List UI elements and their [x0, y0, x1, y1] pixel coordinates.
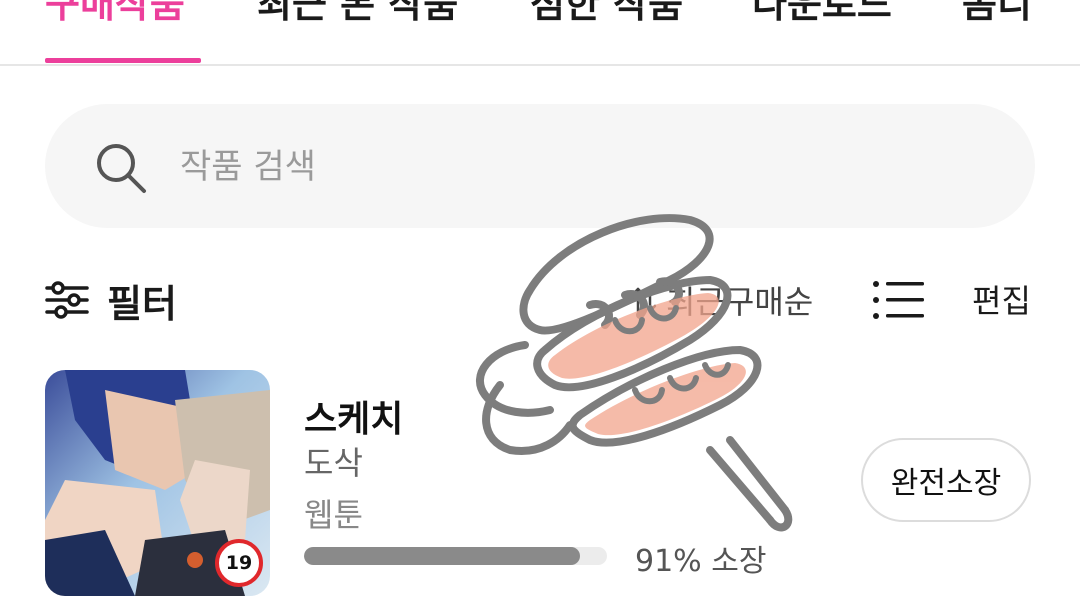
ownership-progress-bar: [304, 547, 607, 565]
item-author: 도삭: [304, 444, 363, 482]
tab-bookmarked[interactable]: 점한 작품: [530, 0, 683, 26]
edit-button[interactable]: 편집: [972, 276, 1031, 322]
tab-recently-viewed[interactable]: 최근 본 작품: [257, 0, 458, 26]
tab-more[interactable]: 몸디: [962, 0, 1032, 26]
tab-bar: 구매작품 최근 본 작품 점한 작품 다운로드 몸디: [0, 0, 1080, 66]
item-title: 스케치: [304, 399, 404, 440]
sort-arrows-icon: [631, 287, 657, 313]
ownership-progress-text: 91% 소장: [635, 544, 767, 579]
age-rating-badge: 19: [215, 539, 263, 587]
tab-downloads[interactable]: 다운로드: [752, 0, 892, 26]
full-ownership-button[interactable]: 완전소장: [861, 438, 1031, 522]
tab-purchased[interactable]: 구매작품: [45, 0, 185, 26]
search-input[interactable]: [178, 134, 982, 200]
item-type: 웹툰: [304, 496, 363, 534]
filter-sliders-icon: [45, 281, 89, 319]
list-item[interactable]: 19 스케치 도삭 웹툰 91% 소장 완전소장: [45, 370, 1035, 596]
cover-thumbnail[interactable]: 19: [45, 370, 270, 596]
sort-label: 최근구매순: [666, 283, 814, 321]
filter-label: 필터: [107, 281, 177, 326]
search-bar[interactable]: [45, 104, 1035, 228]
list-view-icon[interactable]: [872, 278, 926, 322]
sort-button[interactable]: 최근구매순: [630, 278, 813, 322]
active-tab-indicator: [45, 58, 201, 63]
search-icon: [97, 144, 146, 193]
filter-button[interactable]: 필터: [45, 272, 177, 328]
ownership-progress-fill: [304, 547, 580, 565]
